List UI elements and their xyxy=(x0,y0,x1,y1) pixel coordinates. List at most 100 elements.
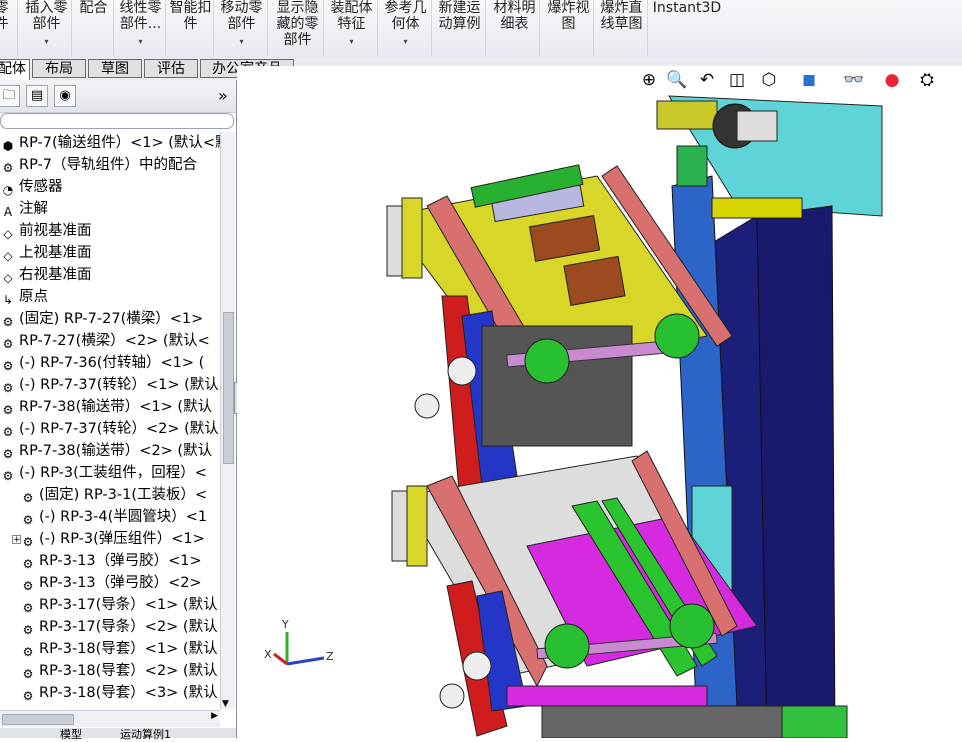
tree-expand-toggle[interactable]: + xyxy=(12,535,21,545)
tree-item[interactable]: ⚙ RP-3-18(导套）<2> (默认 xyxy=(20,660,218,682)
tree-item[interactable]: ⚙ RP-7-38(输送带）<2> (默认 xyxy=(0,440,212,462)
configuration-manager-tab[interactable]: ◉ xyxy=(54,85,76,107)
tree-item[interactable]: ⚙ (-) RP-7-36(付转轴）<1> ( xyxy=(0,352,205,374)
tree-item[interactable]: ⚙ RP-3-17(导条）<2> (默认 xyxy=(20,616,218,638)
tab-layout[interactable]: 布局 xyxy=(32,59,86,78)
tree-item[interactable]: ⚙ (-) RP-3-4(半圆管块）<1 xyxy=(20,506,208,528)
tree-item-icon: ⚙ xyxy=(2,359,14,373)
ribbon-new-motion-study-button[interactable]: 新建运 动算例 xyxy=(434,0,486,56)
ribbon-assembly-features-button[interactable]: 装配体 特征 ▾ xyxy=(326,0,378,56)
tree-item[interactable]: ⚙ (-) RP-7-37(转轮）<1> (默认 xyxy=(0,374,219,396)
tree-item-icon: ⚙ xyxy=(2,315,14,329)
tree-item[interactable]: ⚙ RP-3-13（弹弓胶）<2> xyxy=(20,572,202,594)
previous-view-icon[interactable]: ↶ xyxy=(695,68,719,92)
ribbon-move-component-button[interactable]: 移动零 部件 ▾ xyxy=(216,0,268,56)
graphics-viewport[interactable]: Y Z X xyxy=(237,66,962,738)
ribbon-exploded-view-button[interactable]: 爆炸视 图 xyxy=(544,0,594,56)
tree-item-icon: A xyxy=(3,205,13,219)
hscroll-thumb[interactable] xyxy=(2,714,74,725)
tree-item[interactable]: ↳ 原点 xyxy=(0,286,48,308)
tree-item-label: (-) RP-7-37(转轮）<2> (默认 xyxy=(19,421,219,437)
feature-manager-tab[interactable]: 🗀 xyxy=(0,85,20,107)
tree-item-icon: ⚙ xyxy=(2,403,14,417)
tree-item[interactable]: ⚙ RP-7-27(横梁）<2> (默认< xyxy=(0,330,210,352)
scroll-down-arrow-icon[interactable]: ▼ xyxy=(222,699,229,709)
ribbon-linear-pattern-button[interactable]: 线性零 部件... ▾ xyxy=(116,0,166,56)
tree-item[interactable]: ⚙ RP-3-18(导套）<1> (默认 xyxy=(20,638,218,660)
tree-item[interactable]: ⚙ RP-3-17(导条）<1> (默认 xyxy=(20,594,218,616)
tree-filter-input[interactable] xyxy=(0,113,234,129)
tree-item-icon: ⚙ xyxy=(22,513,34,527)
command-ribbon: 零 件 插入零 部件 ▾ 配合 线性零 部件... ▾ 智能扣 件 移动零 部件 ▾ … xyxy=(0,0,962,59)
tree-horizontal-scrollbar[interactable]: ▶ xyxy=(0,710,220,727)
triad-z-label: Z xyxy=(326,650,334,663)
ribbon-explode-line-sketch-button[interactable]: 爆炸直 线草图 xyxy=(596,0,648,56)
ribbon-mate-button[interactable]: 配合 xyxy=(74,0,114,56)
zoom-to-area-icon[interactable]: 🔍 xyxy=(665,68,689,92)
tree-vertical-scrollbar[interactable]: ▼ xyxy=(220,132,235,709)
ribbon-new-part-button[interactable]: 零 件 xyxy=(0,0,18,56)
tree-item[interactable]: ⚙ RP-7-38(输送带）<1> (默认 xyxy=(0,396,212,418)
edit-appearance-icon[interactable]: ● xyxy=(880,68,904,92)
tree-item-icon: ⚙ xyxy=(22,535,34,549)
zoom-to-fit-icon[interactable]: ⊕ xyxy=(637,68,661,92)
ribbon-insert-component-button[interactable]: 插入零 部件 ▾ xyxy=(22,0,72,56)
tree-item-label: 原点 xyxy=(19,289,48,305)
tree-item[interactable]: ⚙ (-) RP-3(弹压组件）<1> xyxy=(20,528,205,550)
tree-item-label: 上视基准面 xyxy=(19,245,92,261)
tree-item-label: 传感器 xyxy=(19,179,63,195)
tree-item[interactable]: ⚙ RP-3-18(导套）<3> (默认 xyxy=(20,682,218,704)
tree-item-label: RP-3-18(导套）<3> (默认 xyxy=(39,685,218,701)
tree-item-icon: ⚙ xyxy=(22,579,34,593)
tree-item-icon: ◇ xyxy=(3,227,13,241)
ribbon-reference-geometry-button[interactable]: 参考几 何体 ▾ xyxy=(380,0,432,56)
tab-sketch[interactable]: 草图 xyxy=(88,59,142,78)
tree-item[interactable]: ⬢ RP-7(输送组件）<1> (默认<默 xyxy=(0,132,220,154)
tree-item-icon: ◇ xyxy=(3,249,13,263)
triad-y-label: Y xyxy=(281,618,289,631)
tree-item-icon: ⚙ xyxy=(22,623,34,637)
coordinate-triad-icon: Y Z X xyxy=(264,618,334,666)
tree-item[interactable]: ⚙ RP-3-13（弹弓胶）<1> xyxy=(20,550,202,572)
tree-item-label: (-) RP-3(弹压组件）<1> xyxy=(39,531,205,547)
tree-item[interactable]: ⚙ (-) RP-7-37(转轮）<2> (默认 xyxy=(0,418,219,440)
panel-collapse-icon[interactable]: » xyxy=(218,86,228,105)
property-manager-tab[interactable]: ▤ xyxy=(26,85,48,107)
scroll-thumb[interactable] xyxy=(223,312,234,464)
ribbon-smart-fasteners-button[interactable]: 智能扣 件 xyxy=(168,0,214,56)
ribbon-show-hidden-button[interactable]: 显示隐 藏的零 部件 xyxy=(272,0,324,56)
tree-item[interactable]: ◔ 传感器 xyxy=(0,176,63,198)
scroll-right-arrow-icon[interactable]: ▶ xyxy=(211,711,218,721)
tree-item-label: 注解 xyxy=(19,201,48,217)
display-style-icon[interactable]: ◼ xyxy=(797,68,821,92)
tab-model[interactable]: 模型 xyxy=(60,726,82,742)
tree-item[interactable]: ⚙ (固定) RP-3-1(工装板）< xyxy=(20,484,208,506)
tree-item-label: 右视基准面 xyxy=(19,267,92,283)
tree-item-icon: ↳ xyxy=(2,293,14,307)
view-orientation-icon[interactable]: ⬡ xyxy=(757,68,781,92)
tree-item[interactable]: ⚙ (固定) RP-7-27(横梁）<1> xyxy=(0,308,204,330)
tab-evaluate[interactable]: 评估 xyxy=(144,59,198,78)
tree-item[interactable]: ◇ 右视基准面 xyxy=(0,264,92,286)
tree-item-icon: ⚙ xyxy=(2,469,14,483)
ribbon-instant3d-button[interactable]: Instant3D xyxy=(652,0,722,56)
section-view-icon[interactable]: ◫ xyxy=(725,68,749,92)
tree-item[interactable]: ◇ 前视基准面 xyxy=(0,220,91,242)
tree-item[interactable]: ⚙ (-) RP-3(工装组件，回程）< xyxy=(0,462,207,484)
tree-item-icon: ◇ xyxy=(3,271,13,285)
tab-assembly[interactable]: 配体 xyxy=(0,59,30,80)
tree-item-label: RP-3-13（弹弓胶）<2> xyxy=(39,575,202,591)
tab-motion-study[interactable]: 运动算例1 xyxy=(120,726,171,742)
tree-item-icon: ⚙ xyxy=(22,601,34,615)
ribbon-bom-button[interactable]: 材料明 细表 xyxy=(490,0,540,56)
tree-item-label: RP-7（导轨组件）中的配合 xyxy=(19,157,197,173)
panel-toolbar: 🗀 ▤ ◉ » xyxy=(0,80,236,113)
tree-item-icon: ⚙ xyxy=(22,645,34,659)
tree-item[interactable]: ◇ 上视基准面 xyxy=(0,242,92,264)
tree-item[interactable]: A 注解 xyxy=(0,198,48,220)
tree-item[interactable]: ⚙ RP-7（导轨组件）中的配合 xyxy=(0,154,197,176)
triad-x-label: X xyxy=(264,648,272,661)
tree-item-label: RP-3-13（弹弓胶）<1> xyxy=(39,553,202,569)
apply-scene-icon[interactable]: ⛭ xyxy=(915,68,939,92)
hide-show-items-icon[interactable]: 👓 xyxy=(842,68,866,92)
